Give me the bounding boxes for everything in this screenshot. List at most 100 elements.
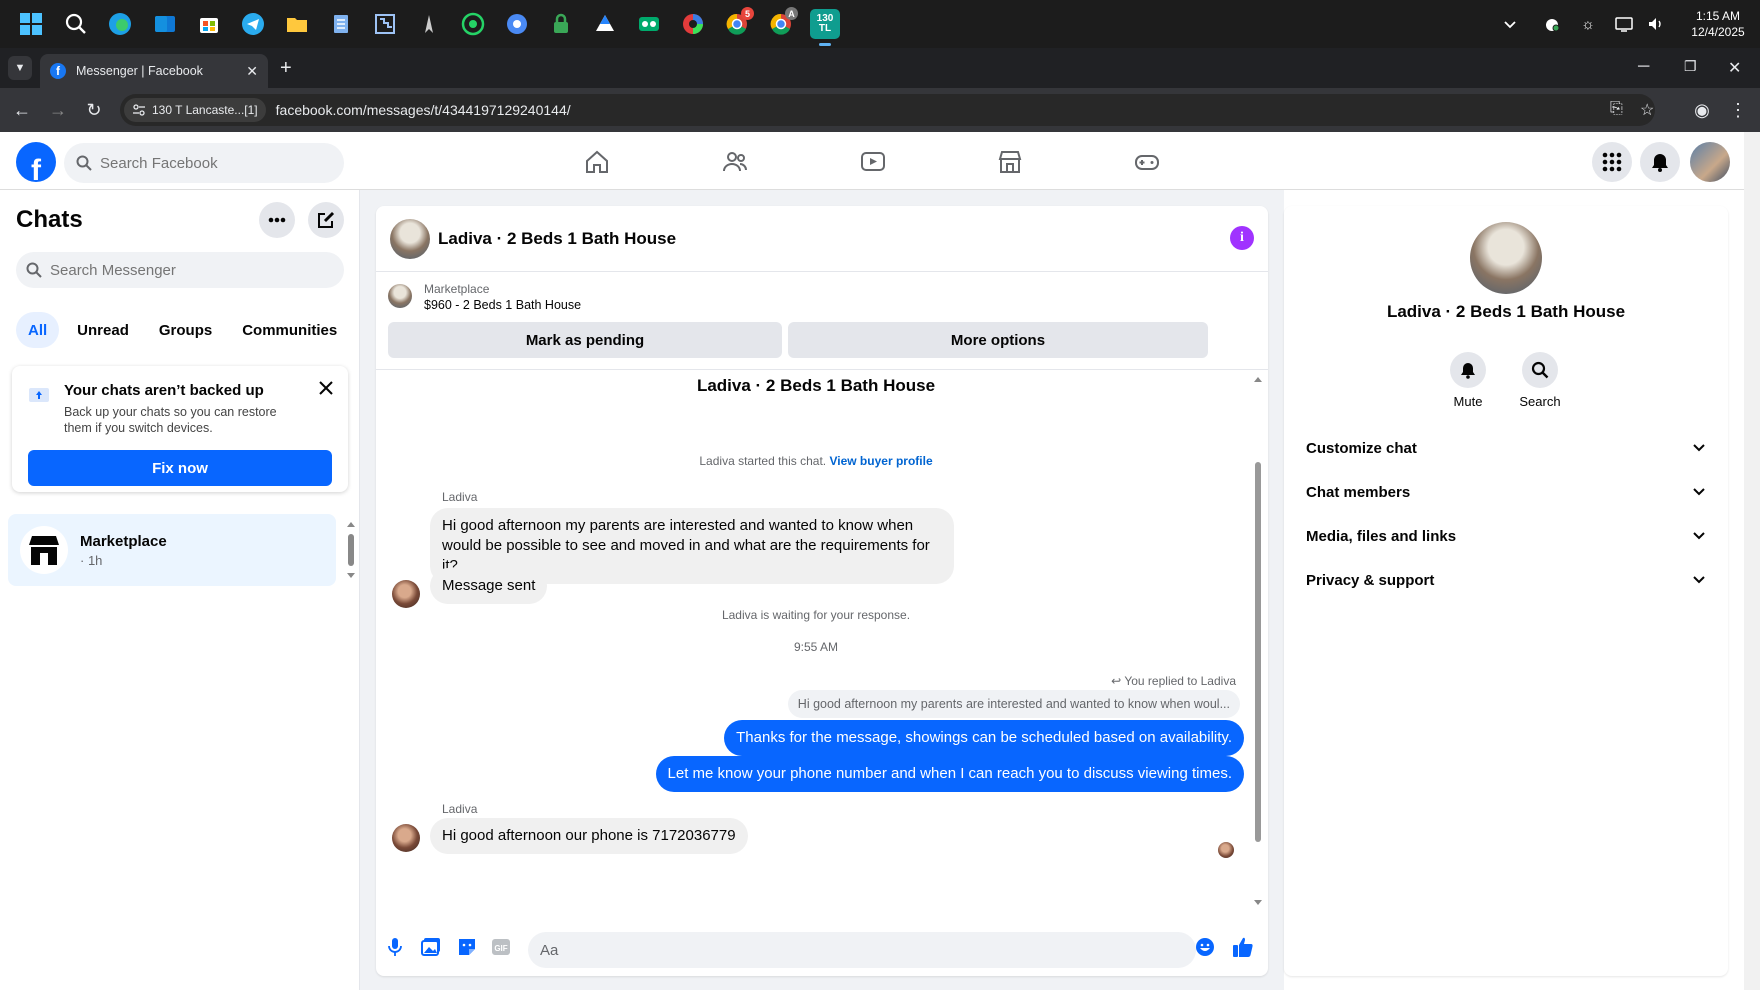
- restore-icon[interactable]: ❐: [1684, 58, 1697, 75]
- url-text[interactable]: facebook.com/messages/t/4344197129240144…: [276, 102, 571, 118]
- reload-icon[interactable]: ↻: [82, 98, 106, 122]
- tripadvisor-icon[interactable]: [634, 9, 664, 39]
- volume-icon[interactable]: [1642, 10, 1670, 38]
- site-info-chip[interactable]: 130 T Lancaste...[1]: [124, 98, 266, 122]
- chat-members-row[interactable]: Chat members: [1296, 470, 1716, 514]
- backup-device-icon: [29, 388, 49, 402]
- address-bar[interactable]: 130 T Lancaste...[1] facebook.com/messag…: [120, 94, 1655, 126]
- mark-as-pending-button[interactable]: Mark as pending: [388, 322, 782, 358]
- network-icon[interactable]: [1610, 10, 1638, 38]
- lock-app-icon[interactable]: [546, 9, 576, 39]
- like-thumb-icon[interactable]: [1232, 936, 1254, 958]
- incoming-message[interactable]: Message sent: [430, 568, 548, 604]
- security-icon[interactable]: [1538, 10, 1566, 38]
- brightness-icon[interactable]: ☼: [1574, 10, 1602, 38]
- account-avatar[interactable]: [1690, 142, 1730, 182]
- facebook-search-input[interactable]: [100, 154, 300, 172]
- gaming-icon[interactable]: [1127, 142, 1167, 182]
- chrome-blue-icon[interactable]: [502, 9, 532, 39]
- install-app-icon[interactable]: ⎘: [1610, 100, 1623, 118]
- telegram-icon[interactable]: [238, 9, 268, 39]
- emoji-icon[interactable]: [1194, 936, 1216, 958]
- chat-list-item[interactable]: Marketplace · 1h: [8, 514, 336, 586]
- home-icon[interactable]: [577, 142, 617, 182]
- trello-app-icon[interactable]: 130 TL: [810, 9, 840, 46]
- customize-chat-row[interactable]: Customize chat: [1296, 426, 1716, 470]
- profile-icon[interactable]: ◉: [1690, 98, 1714, 122]
- system-tray: ☼ 1:15 AM 12/4/2025: [1496, 0, 1760, 48]
- chats-options-icon[interactable]: [259, 202, 295, 238]
- gif-icon[interactable]: GIF: [490, 936, 512, 958]
- listing-small-thumbnail[interactable]: [388, 284, 412, 308]
- tab-search-dropdown-icon[interactable]: ▼: [8, 56, 32, 80]
- view-buyer-profile-link[interactable]: View buyer profile: [829, 454, 932, 468]
- back-icon[interactable]: ←: [10, 98, 34, 122]
- whatsapp-icon[interactable]: [458, 9, 488, 39]
- store-icon[interactable]: [194, 9, 224, 39]
- messenger-search[interactable]: [16, 252, 344, 288]
- mute-button[interactable]: Mute: [1438, 352, 1498, 409]
- conversation-info-icon[interactable]: i: [1230, 226, 1254, 250]
- media-files-links-label: Media, files and links: [1306, 527, 1457, 545]
- new-tab-icon[interactable]: +: [280, 58, 292, 78]
- fix-now-button[interactable]: Fix now: [28, 450, 332, 486]
- conversation-title[interactable]: Ladiva · 2 Beds 1 Bath House: [438, 229, 676, 249]
- close-icon[interactable]: [316, 378, 336, 398]
- game-app-icon[interactable]: [414, 9, 444, 39]
- browser-tab[interactable]: f Messenger | Facebook ✕: [40, 54, 268, 88]
- forward-icon[interactable]: →: [46, 98, 70, 122]
- message-input[interactable]: [528, 932, 1196, 968]
- privacy-support-row[interactable]: Privacy & support: [1296, 558, 1716, 602]
- media-files-links-row[interactable]: Media, files and links: [1296, 514, 1716, 558]
- menu-grid-icon[interactable]: [1592, 142, 1632, 182]
- video-icon[interactable]: [853, 142, 893, 182]
- friends-icon[interactable]: [715, 142, 755, 182]
- facebook-search[interactable]: [64, 143, 344, 183]
- colors-app-icon[interactable]: [678, 9, 708, 39]
- microphone-icon[interactable]: [384, 936, 406, 958]
- sender-avatar[interactable]: [392, 824, 420, 852]
- filter-unread[interactable]: Unread: [65, 312, 141, 348]
- listing-title[interactable]: $960 - 2 Beds 1 Bath House: [424, 298, 581, 312]
- filter-communities[interactable]: Communities: [230, 312, 349, 348]
- chat-list-scrollbar[interactable]: [346, 520, 356, 580]
- chrome-icon[interactable]: 5: [722, 7, 754, 39]
- filter-groups[interactable]: Groups: [147, 312, 224, 348]
- listing-profile-image[interactable]: [1470, 222, 1542, 294]
- minimize-icon[interactable]: ─: [1638, 58, 1649, 76]
- more-options-button[interactable]: More options: [788, 322, 1208, 358]
- close-tab-icon[interactable]: ✕: [246, 63, 258, 80]
- photo-icon[interactable]: [420, 936, 442, 958]
- file-explorer-icon[interactable]: [282, 9, 312, 39]
- search-in-chat-button[interactable]: Search: [1510, 352, 1570, 409]
- bell-icon: [1461, 363, 1475, 379]
- close-window-icon[interactable]: ✕: [1728, 58, 1741, 78]
- sticker-icon[interactable]: [456, 936, 478, 958]
- new-message-icon[interactable]: [308, 202, 344, 238]
- outgoing-message[interactable]: Thanks for the message, showings can be …: [724, 720, 1244, 756]
- listing-thumbnail[interactable]: [390, 218, 430, 259]
- outgoing-message[interactable]: Let me know your phone number and when I…: [655, 756, 1244, 792]
- marketplace-icon[interactable]: [990, 142, 1030, 182]
- notepad-icon[interactable]: [326, 9, 356, 39]
- notifications-bell-icon[interactable]: [1640, 142, 1680, 182]
- messenger-search-input[interactable]: [50, 261, 250, 279]
- conversation-scrollbar[interactable]: [1252, 372, 1264, 912]
- search-icon[interactable]: [61, 9, 91, 39]
- page-scrollbar[interactable]: [1744, 132, 1760, 990]
- sender-avatar[interactable]: [392, 580, 420, 608]
- windows-start-icon[interactable]: [16, 9, 46, 39]
- snipping-tool-icon[interactable]: [370, 9, 400, 39]
- drive-icon[interactable]: [590, 9, 620, 39]
- system-clock[interactable]: 1:15 AM 12/4/2025: [1676, 8, 1760, 40]
- chrome-menu-icon[interactable]: ⋮: [1726, 98, 1750, 122]
- quoted-message[interactable]: Hi good afternoon my parents are interes…: [787, 690, 1240, 718]
- chevron-up-icon[interactable]: [1496, 10, 1524, 38]
- facebook-logo-icon[interactable]: f: [16, 142, 56, 182]
- filter-all[interactable]: All: [16, 312, 60, 348]
- chrome-profile-icon[interactable]: A: [766, 7, 798, 39]
- incoming-message[interactable]: Hi good afternoon our phone is 717203677…: [430, 818, 748, 854]
- edge-icon[interactable]: [105, 9, 135, 39]
- bookmark-star-icon[interactable]: ☆: [1640, 100, 1654, 120]
- outlook-icon[interactable]: [150, 9, 180, 39]
